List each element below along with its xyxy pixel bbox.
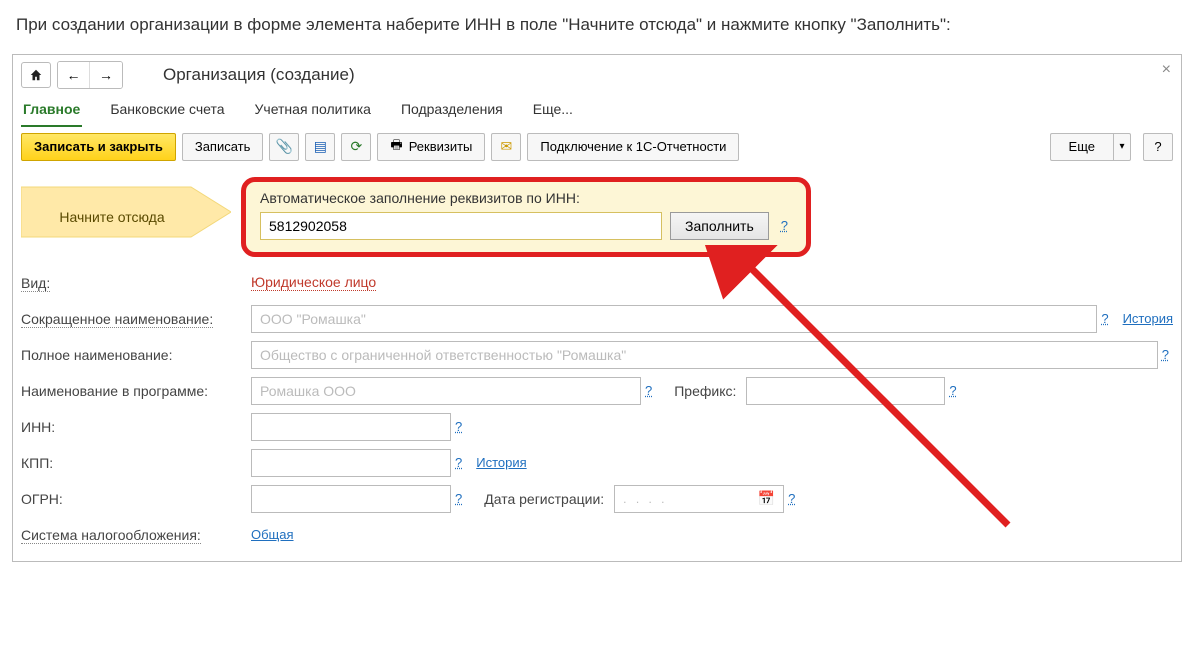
attach-button[interactable]: 📎 (269, 133, 299, 161)
home-button[interactable] (21, 62, 51, 88)
toolbar-help-button[interactable]: ? (1143, 133, 1173, 161)
full-name-help[interactable]: ? (1158, 347, 1173, 362)
reg-date-label: Дата регистрации: (484, 491, 604, 507)
mail-button[interactable]: ✉ (491, 133, 521, 161)
window-title: Организация (создание) (163, 65, 355, 85)
inn-label: ИНН: (21, 419, 251, 435)
connect-reporting-button[interactable]: Подключение к 1С-Отчетности (527, 133, 739, 161)
prefix-label: Префикс: (674, 383, 736, 399)
ogrn-help[interactable]: ? (451, 491, 466, 506)
tab-main[interactable]: Главное (21, 95, 82, 127)
prog-name-input[interactable] (251, 377, 641, 405)
toolbar: Записать и закрыть Записать 📎 ▤ ⟳ 🖶 Рекв… (13, 127, 1181, 167)
report-button[interactable]: ▤ (305, 133, 335, 161)
requisites-button[interactable]: 🖶 Реквизиты (377, 133, 485, 161)
tabs-bar: Главное Банковские счета Учетная политик… (13, 91, 1181, 127)
ogrn-input[interactable] (251, 485, 451, 513)
start-here-label: Начните отсюда (21, 177, 203, 257)
tab-more[interactable]: Еще... (531, 95, 575, 127)
prefix-help[interactable]: ? (945, 383, 960, 398)
organization-window: ← → Организация (создание) × Главное Бан… (12, 54, 1182, 562)
printer-icon: 🖶 (390, 136, 402, 158)
more-button[interactable]: Еще (1050, 133, 1113, 161)
reg-date-placeholder: . . . . (623, 492, 667, 506)
mail-icon: ✉ (501, 138, 513, 155)
tab-accounting-policy[interactable]: Учетная политика (253, 95, 373, 127)
autofill-panel: Автоматическое заполнение реквизитов по … (241, 177, 811, 257)
start-here-marker: Начните отсюда (21, 177, 231, 257)
full-name-input[interactable] (251, 341, 1158, 369)
paperclip-icon: 📎 (276, 138, 293, 155)
more-button-dropdown[interactable]: ▾ (1113, 133, 1131, 161)
autofill-fill-button[interactable]: Заполнить (670, 212, 769, 240)
refresh-button[interactable]: ⟳ (341, 133, 371, 161)
full-name-label: Полное наименование: (21, 347, 251, 363)
autofill-title: Автоматическое заполнение реквизитов по … (260, 190, 792, 206)
refresh-icon: ⟳ (351, 138, 363, 155)
reg-date-help[interactable]: ? (784, 491, 799, 506)
tab-divisions[interactable]: Подразделения (399, 95, 505, 127)
autofill-help[interactable]: ? (777, 218, 792, 233)
kpp-history[interactable]: История (476, 455, 526, 470)
inn-input[interactable] (251, 413, 451, 441)
prog-name-label: Наименование в программе: (21, 383, 251, 399)
save-button[interactable]: Записать (182, 133, 264, 161)
short-name-label: Сокращенное наименование: (21, 311, 251, 327)
tax-system-label: Система налогообложения: (21, 527, 251, 543)
tax-system-value[interactable]: Общая (251, 527, 294, 542)
nav-forward-button[interactable]: → (90, 62, 122, 88)
kpp-input[interactable] (251, 449, 451, 477)
document-icon: ▤ (314, 138, 327, 155)
nav-back-button[interactable]: ← (58, 62, 90, 88)
requisites-label: Реквизиты (409, 139, 473, 154)
window-close-button[interactable]: × (1162, 61, 1171, 79)
type-value[interactable]: Юридическое лицо (251, 274, 376, 291)
prefix-input[interactable] (746, 377, 945, 405)
prog-name-help[interactable]: ? (641, 383, 656, 398)
reg-date-input[interactable]: . . . . 📅 (614, 485, 784, 513)
type-label: Вид: (21, 275, 251, 291)
inn-help[interactable]: ? (451, 419, 466, 434)
save-close-button[interactable]: Записать и закрыть (21, 133, 176, 161)
home-icon (29, 68, 43, 82)
kpp-help[interactable]: ? (451, 455, 466, 470)
calendar-icon[interactable]: 📅 (758, 490, 775, 507)
ogrn-label: ОГРН: (21, 491, 251, 507)
short-name-help[interactable]: ? (1097, 311, 1112, 326)
short-name-input[interactable] (251, 305, 1097, 333)
kpp-label: КПП: (21, 455, 251, 471)
autofill-inn-input[interactable] (260, 212, 662, 240)
short-name-history[interactable]: История (1123, 311, 1173, 326)
tab-bank-accounts[interactable]: Банковские счета (108, 95, 226, 127)
intro-text: При создании организации в форме элемент… (16, 12, 1182, 38)
